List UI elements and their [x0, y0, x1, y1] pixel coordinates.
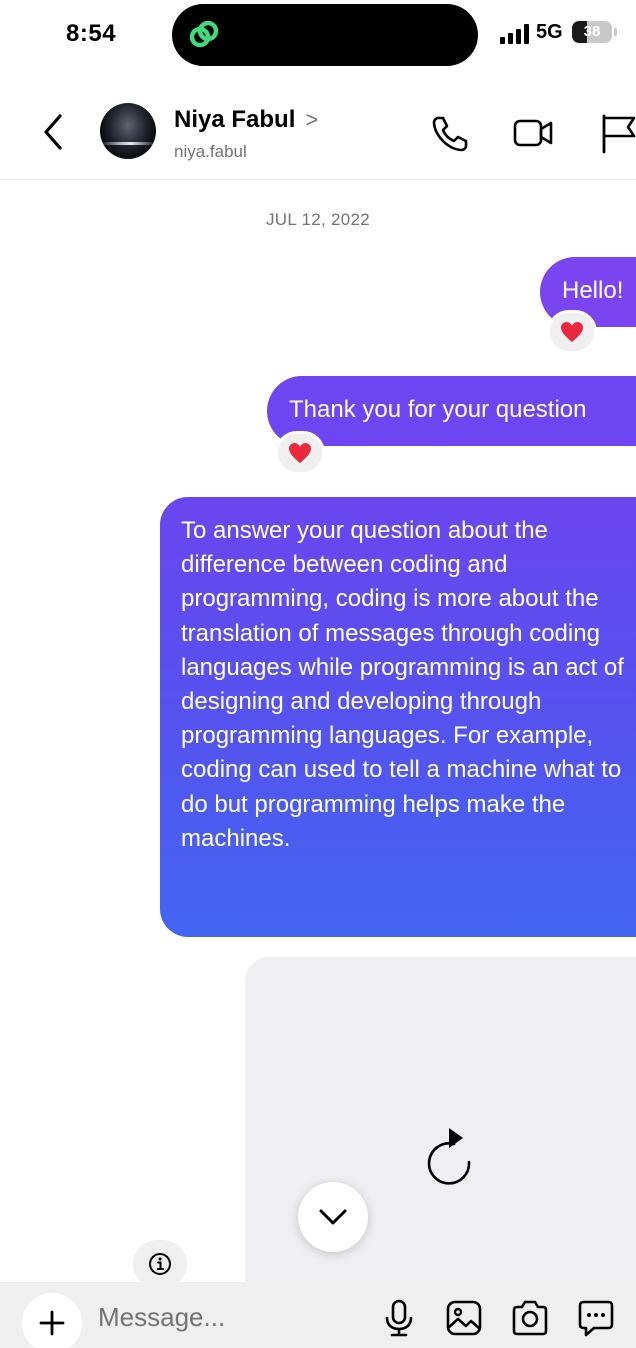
info-button[interactable] [133, 1240, 187, 1288]
scroll-down-button[interactable] [298, 1182, 368, 1252]
video-camera-icon[interactable] [512, 112, 554, 154]
battery-nub [614, 28, 617, 36]
message-bubble[interactable]: To answer your question about the differ… [160, 497, 636, 937]
avatar[interactable] [100, 103, 156, 159]
message-bubble[interactable]: Thank you for your question [267, 376, 636, 446]
chevron-down-icon [319, 1209, 347, 1225]
microphone-icon[interactable] [379, 1298, 419, 1338]
heart-icon [561, 322, 583, 342]
heart-reaction[interactable] [547, 310, 597, 354]
heart-icon [289, 443, 311, 463]
chevron-right-icon: > [305, 107, 319, 132]
image-icon[interactable] [444, 1298, 484, 1338]
contact-username[interactable]: niya.fabul [174, 142, 247, 162]
message-composer [0, 1282, 636, 1348]
status-time: 8:54 [66, 20, 117, 47]
sticker-icon[interactable] [576, 1298, 616, 1338]
chevron-left-icon[interactable] [36, 110, 72, 154]
battery-percent: 38 [583, 23, 601, 40]
link-loop-icon [189, 20, 219, 48]
network-type: 5G [536, 21, 563, 43]
info-icon [149, 1253, 171, 1275]
flag-icon[interactable] [596, 112, 636, 154]
contact-name[interactable]: Niya Fabul [174, 106, 295, 134]
battery-indicator: 38 [572, 21, 612, 43]
phone-icon[interactable] [430, 112, 472, 154]
message-input[interactable] [98, 1302, 358, 1333]
cellular-signal-icon [500, 24, 529, 44]
date-separator: JUL 12, 2022 [265, 210, 371, 229]
heart-reaction[interactable] [275, 431, 325, 475]
contact-name-row[interactable]: Niya Fabul > [174, 106, 318, 134]
dynamic-island [172, 4, 478, 66]
chat-header: Niya Fabul > niya.fabul [0, 80, 636, 180]
camera-icon[interactable] [510, 1298, 550, 1338]
plus-icon [39, 1310, 65, 1336]
reload-icon[interactable] [419, 1122, 479, 1188]
add-button[interactable] [22, 1293, 82, 1348]
